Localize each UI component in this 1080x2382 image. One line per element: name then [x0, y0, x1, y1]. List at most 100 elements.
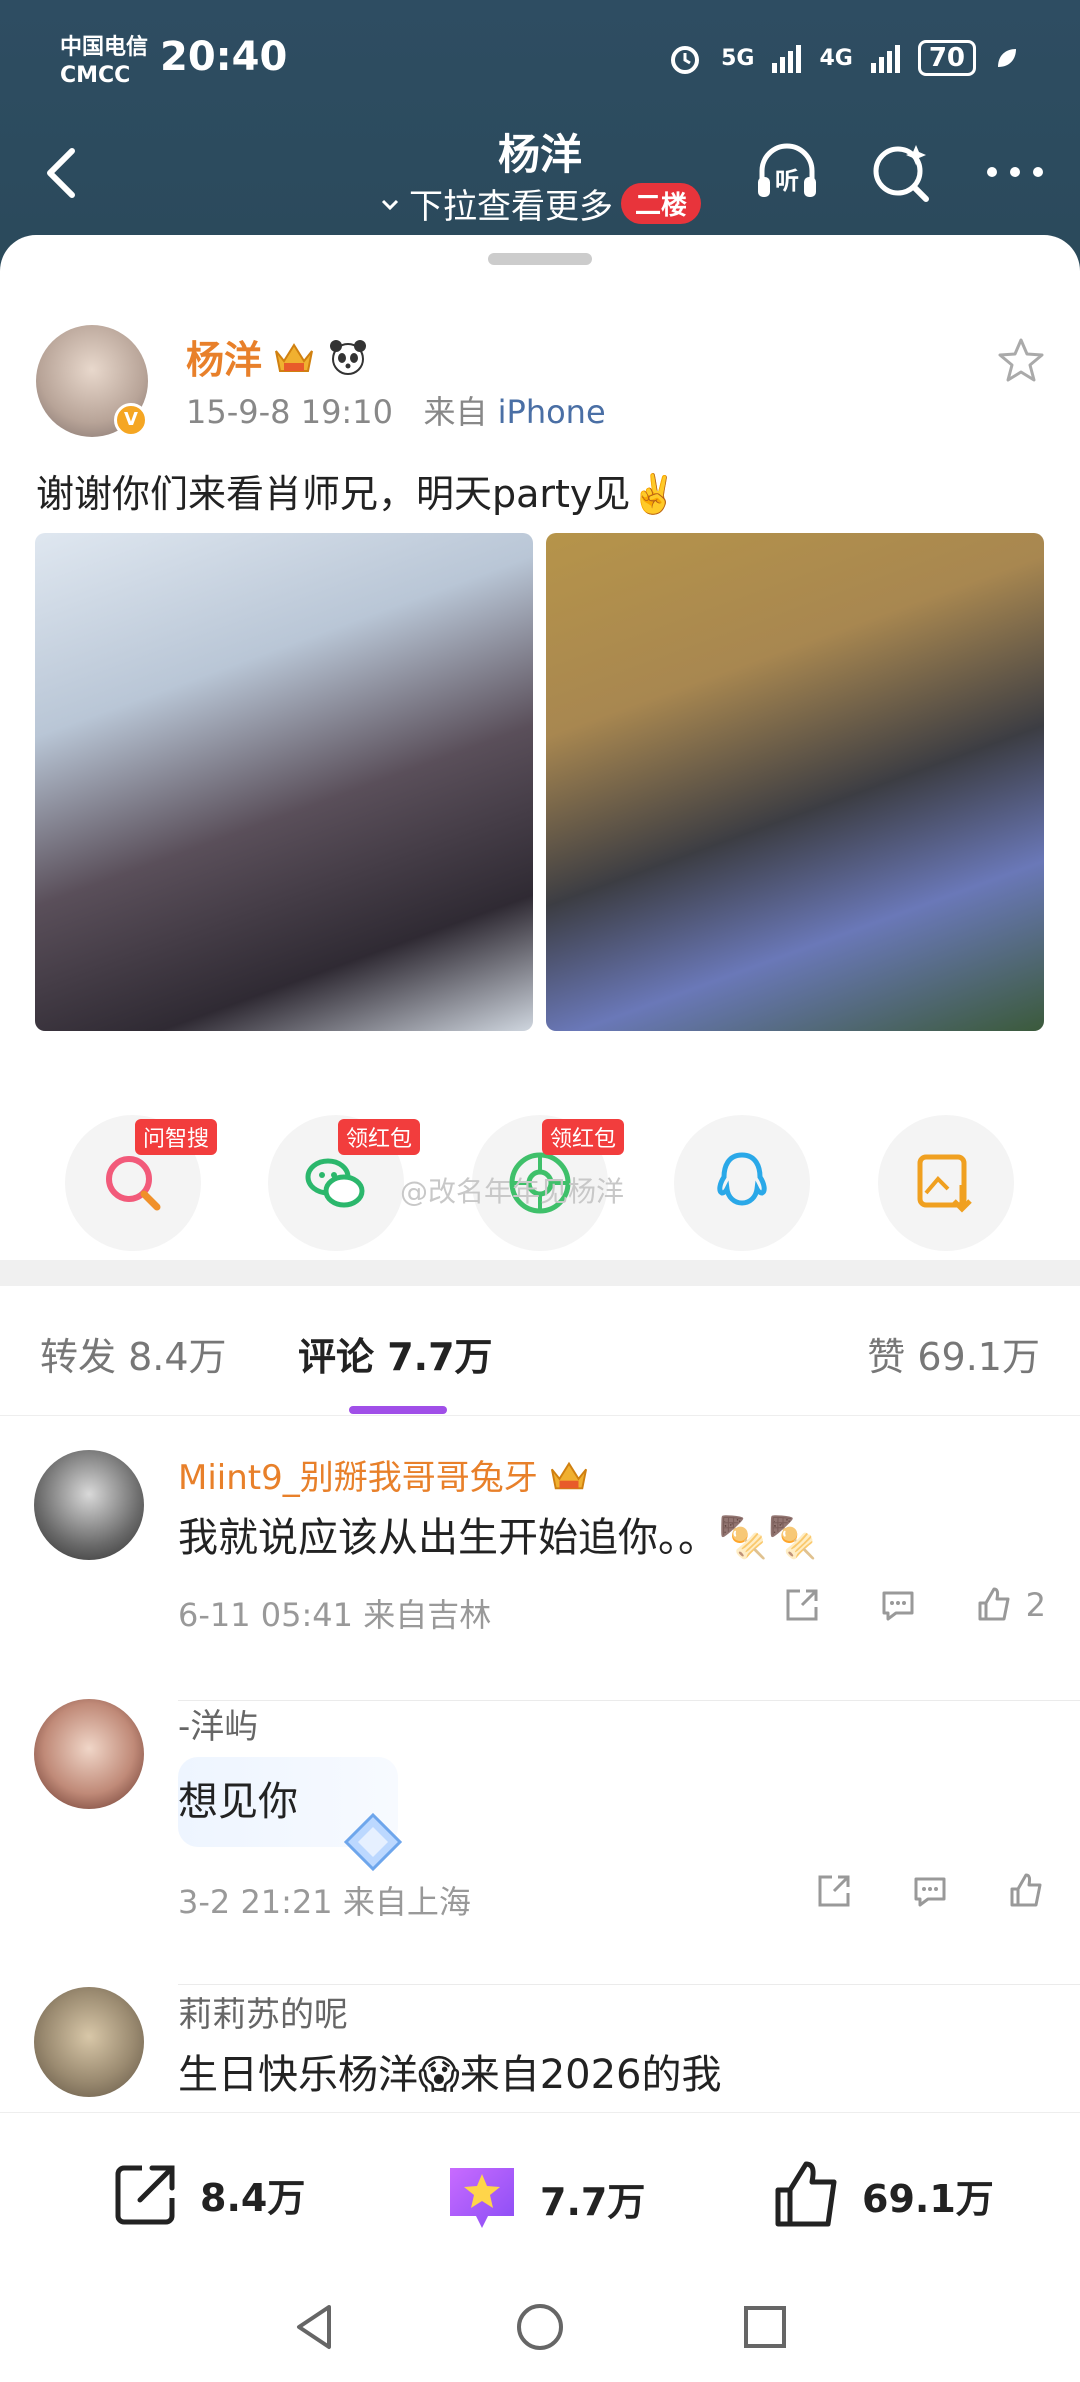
- repost-button[interactable]: 8.4万: [110, 2158, 305, 2230]
- search-button[interactable]: [866, 137, 936, 207]
- share-tag-label: 领红包: [338, 1119, 421, 1155]
- nav-actions: 听: [752, 137, 1050, 207]
- section-divider: [0, 1260, 1080, 1286]
- comment-share-button[interactable]: [782, 1585, 822, 1625]
- favorite-star-icon[interactable]: [996, 335, 1046, 385]
- battery-indicator: 70: [917, 40, 976, 76]
- share-tag-label: 问智搜: [135, 1119, 218, 1155]
- share-qq-button[interactable]: [674, 1115, 810, 1251]
- post-time: 15-9-8 19:10: [186, 393, 393, 431]
- comment-actions: 2: [782, 1585, 1046, 1625]
- comment-item: 莉莉苏的呢 生日快乐杨洋😱来自2026的我: [0, 1987, 1080, 2115]
- crown-vip-icon: [275, 342, 313, 372]
- comment-button[interactable]: 7.7万: [442, 2158, 645, 2238]
- post-text: 谢谢你们来看肖师兄，明天party见✌️: [36, 472, 678, 516]
- comment-star-icon: [450, 2168, 514, 2228]
- tab-comments[interactable]: 评论 7.7万: [298, 1326, 493, 1381]
- nav-bar: 杨洋 下拉查看更多 二楼 听: [0, 115, 1080, 230]
- post-image-2[interactable]: [546, 533, 1044, 1031]
- sheet-drag-handle[interactable]: [488, 253, 592, 265]
- second-floor-badge[interactable]: 二楼: [620, 183, 701, 224]
- nav-recents-button[interactable]: [735, 2297, 795, 2357]
- thumbs-up-icon: [978, 1587, 1010, 1621]
- pull-down-text: 下拉查看更多: [408, 187, 613, 227]
- post-meta: 15-9-8 19:10 来自 iPhone: [186, 387, 606, 433]
- share-icon: [818, 1875, 850, 1907]
- repost-share-icon: [115, 2165, 175, 2225]
- comment-like-button[interactable]: [1006, 1871, 1046, 1911]
- qq-icon: [717, 1152, 767, 1206]
- listen-button[interactable]: 听: [752, 137, 822, 207]
- carrier-name: 中国电信: [60, 35, 149, 60]
- comment-body: 我就说应该从出生开始追你。。: [178, 1515, 718, 1561]
- commenter-name[interactable]: 莉莉苏的呢: [178, 1987, 348, 2036]
- post-source[interactable]: iPhone: [498, 393, 606, 431]
- diamond-sticker-icon: [343, 1812, 403, 1872]
- share-tag-label: 领红包: [542, 1119, 625, 1155]
- share-save-image-button[interactable]: [878, 1115, 1014, 1251]
- comment-separator: [178, 1984, 1080, 1985]
- leaf-icon: [998, 49, 1016, 67]
- signal-5g-icon: [772, 43, 802, 73]
- post-header: V 杨洋 15-9-8 19:10 来自 iPhone: [36, 325, 1046, 445]
- comment-like-button[interactable]: 2: [974, 1585, 1046, 1625]
- comment-bubble-icon: [914, 1877, 946, 1907]
- clock: 20:40: [160, 34, 288, 80]
- comment-item: Miint9_别掰我哥哥兔牙 我就说应该从出生开始追你。。🍢🍢 6-11 05:…: [0, 1450, 1080, 1730]
- post-image-1[interactable]: [35, 533, 533, 1031]
- watermark: @改名年年见杨洋: [400, 1170, 624, 1210]
- search-ai-icon: [106, 1156, 161, 1211]
- more-button[interactable]: [980, 137, 1050, 207]
- panda-icon: [330, 339, 367, 375]
- comment-reply-button[interactable]: [878, 1585, 918, 1625]
- circle-home-icon: [517, 2304, 563, 2350]
- comment-item: -洋屿 想见你 3-2 21:21 来自上海: [0, 1699, 1080, 1989]
- comment-reply-button[interactable]: [910, 1871, 950, 1911]
- more-dots-icon: [987, 167, 1043, 177]
- bottom-action-bar: 8.4万 7.7万 69.1万: [0, 2112, 1080, 2272]
- comment-meta: 3-2 21:21 来自上海: [178, 1883, 471, 1921]
- alarm-icon: [671, 46, 700, 74]
- triangle-back-icon: [297, 2305, 331, 2349]
- feedback-tabs: 转发 8.4万 评论 7.7万 赞 69.1万: [0, 1286, 1080, 1416]
- signal-4g-icon: [870, 43, 900, 73]
- listen-label: 听: [775, 167, 799, 195]
- verified-badge-icon: V: [114, 403, 148, 437]
- commenter-avatar[interactable]: [34, 1699, 144, 1809]
- comment-text: 生日快乐杨洋😱来自2026的我: [178, 2052, 722, 2098]
- commenter-name-row[interactable]: Miint9_别掰我哥哥兔牙: [178, 1450, 590, 1499]
- like-button[interactable]: 69.1万: [770, 2158, 994, 2232]
- app-header: 中国电信 CMCC 20:40 5G 4G 70 杨洋 下拉查看更多 二楼 听: [0, 0, 1080, 240]
- search-sparkle-icon: [873, 145, 929, 202]
- save-image-icon: [917, 1154, 972, 1213]
- author-name: 杨洋: [186, 338, 263, 382]
- carrier-label: 中国电信 CMCC: [60, 34, 148, 90]
- tab-active-indicator: [349, 1406, 447, 1414]
- comment-actions: [814, 1871, 1046, 1911]
- comment-text: 我就说应该从出生开始追你。。🍢🍢: [178, 1505, 818, 1563]
- share-row: 问智搜 领红包 领红包: [0, 1080, 1080, 1251]
- headphones-icon: 听: [758, 143, 816, 197]
- commenter-avatar[interactable]: [34, 1987, 144, 2097]
- network-5g-label: 5G: [721, 45, 755, 71]
- author-name-row[interactable]: 杨洋: [186, 329, 370, 384]
- nav-back-button[interactable]: [285, 2297, 345, 2357]
- like-count: 69.1万: [862, 2176, 994, 2221]
- system-nav-bar: [0, 2272, 1080, 2382]
- thumbs-up-icon: [775, 2161, 837, 2227]
- commenter-name[interactable]: -洋屿: [178, 1699, 258, 1748]
- share-search-ai-button[interactable]: 问智搜: [65, 1115, 218, 1251]
- watermark-text: @改名年年见杨洋: [400, 1175, 625, 1208]
- system-icons: 5G 4G 70: [667, 40, 1020, 76]
- thumbs-up-icon: [1010, 1873, 1042, 1907]
- comment-meta: 6-11 05:41 来自吉林: [178, 1596, 492, 1634]
- comment-share-button[interactable]: [814, 1871, 854, 1911]
- share-wechat-button[interactable]: 领红包: [268, 1115, 421, 1251]
- comment-bubble-icon: [882, 1591, 914, 1621]
- share-icon: [786, 1589, 818, 1621]
- nav-home-button[interactable]: [510, 2297, 570, 2357]
- tab-likes[interactable]: 赞 69.1万: [867, 1326, 1040, 1381]
- commenter-avatar[interactable]: [34, 1450, 144, 1560]
- carrier-code: CMCC: [60, 63, 131, 88]
- tab-reposts[interactable]: 转发 8.4万: [40, 1326, 227, 1381]
